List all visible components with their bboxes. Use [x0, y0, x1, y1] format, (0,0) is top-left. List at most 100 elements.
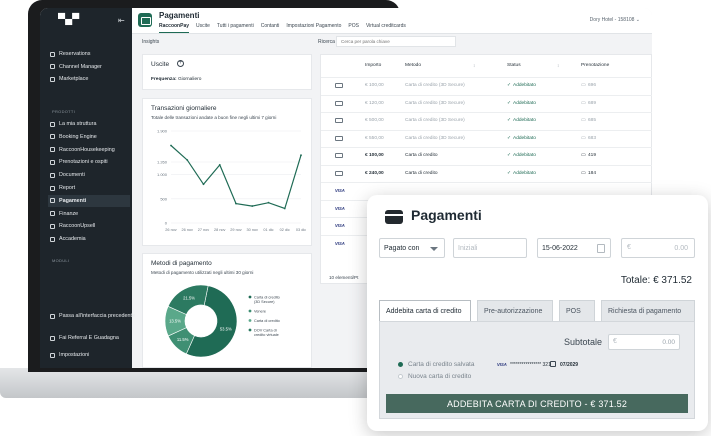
data-point — [235, 202, 237, 205]
sort-metodo-icon[interactable]: ↕ — [473, 63, 475, 68]
tab-pre-autorizzazione[interactable]: Pre-autorizzazione — [477, 300, 553, 321]
paid-with-select[interactable]: Pagato con — [379, 238, 445, 258]
payment-tabs: RaccoonPay Uscite Tutti i pagamenti Contant… — [159, 23, 406, 33]
tab-raccoonpay[interactable]: RaccoonPay — [159, 23, 190, 33]
table-row[interactable]: € 500,00 Carta di credito (3D Secure) ✓ Add… — [321, 112, 652, 129]
sidebar-item-accademia[interactable]: Accademia — [50, 233, 132, 245]
table-row[interactable]: € 100,00 Carta di credito ✓ Addebitato ▭ 419 — [321, 147, 652, 164]
hotel-selector[interactable]: Dory Hotel - 158108 ⌄ — [590, 17, 640, 23]
sidebar-item-label: Impostazioni — [59, 352, 90, 358]
sidebar-item-documenti[interactable]: Documenti — [50, 169, 132, 181]
credit-card-icon — [335, 83, 343, 88]
col-header-importo[interactable]: Importo — [365, 63, 381, 68]
sidebar-item-impostazioni[interactable]: Impostazioni — [50, 349, 132, 361]
saved-card-radio[interactable] — [398, 362, 403, 367]
sidebar-item-prenotazioni-e-ospiti[interactable]: Prenotazioni e ospiti — [50, 156, 132, 168]
sidebar-item-marketplace[interactable]: Marketplace — [50, 73, 132, 85]
tab-pos[interactable]: POS — [559, 300, 595, 321]
amount-field[interactable]: € 0.00 — [621, 238, 695, 258]
tab-tutti-i-pagamenti[interactable]: Tutti i pagamenti — [217, 23, 254, 33]
booking-icon: ▭ — [581, 100, 586, 106]
sidebar-item-raccoonhousekeeping[interactable]: RaccoonHousekeeping — [50, 144, 132, 156]
sidebar-item-channel-manager[interactable]: Channel Manager — [50, 61, 132, 73]
impostazioni-icon — [50, 352, 55, 358]
saved-card-number: **************** 321 — [510, 362, 551, 368]
slice-label: 11.5% — [177, 337, 189, 342]
initials-field[interactable]: Iniziali — [453, 238, 527, 258]
tab-pos[interactable]: POS — [348, 23, 359, 33]
pagamenti-icon — [50, 198, 55, 204]
payment-methods-card: Metodi di pagamento Metodi di pagamento … — [142, 253, 312, 368]
booking-cell: 685 — [588, 118, 597, 123]
sidebar-item-fai-referral-e-guadagna[interactable]: Fai Referral E Guadagna — [50, 332, 132, 344]
method-cell: Carta di credito — [405, 153, 438, 158]
table-row[interactable]: € 550,00 Carta di credito (3D Secure) ✓ Add… — [321, 129, 652, 147]
table-row[interactable]: € 240,00 Carta di credito ✓ Addebitato ▭ 184 — [321, 164, 652, 182]
sidebar-item-label: Channel Manager — [59, 63, 102, 70]
sidebar-item-raccoonupsell[interactable]: RaccoonUpsell — [50, 220, 132, 232]
method-cell: Carta di credito — [405, 170, 438, 176]
sidebar-item-pagamenti[interactable]: Pagamenti — [48, 194, 130, 207]
uscite-title: Uscite — [151, 61, 170, 68]
sidebar-item-passa-all-interfaccia-precedente[interactable]: Passa all'interfaccia precedente — [50, 310, 135, 322]
channel-manager-icon — [50, 64, 55, 69]
y-tick-label: 0 — [165, 221, 168, 226]
sidebar-item-finanze[interactable]: Finanze — [50, 208, 132, 220]
tab-impostazioni-pagamento[interactable]: Impostazioni Pagamento — [286, 23, 341, 33]
add-uscita-icon[interactable]: + — [177, 60, 184, 67]
table-row[interactable]: € 120,00 Carta di credito (3D Secure) ✓ Add… — [321, 94, 652, 112]
check-icon: ✓ — [507, 153, 512, 158]
calendar-icon[interactable] — [597, 244, 605, 253]
sidebar: ▀▄▀ ⇤ Reservations Channel Manager Marketp… — [40, 8, 135, 368]
amount-cell: € 120,00 — [365, 100, 384, 106]
sidebar-item-reservations[interactable]: Reservations — [50, 48, 132, 60]
charge-panel: Subtotale € 0.00 Carta di credito salvat… — [379, 321, 695, 419]
date-value: 15-06-2022 — [542, 245, 578, 252]
col-header-metodo[interactable]: Metodo — [405, 63, 421, 68]
uscite-card: Uscite + Frequenza: Giornaliero — [142, 54, 312, 90]
booking-cell: 184 — [588, 170, 597, 176]
tab-addebita-carta[interactable]: Addebita carta di credito — [379, 300, 471, 321]
methods-title: Metodi di pagamento — [151, 260, 212, 267]
raccoon-logo-icon: ▀▄▀ — [58, 14, 80, 25]
date-field[interactable]: 15-06-2022 — [537, 238, 611, 258]
col-header-prenotazione[interactable]: Prenotazione — [581, 63, 609, 68]
booking-cell: 419 — [588, 153, 597, 158]
new-card-radio[interactable] — [398, 374, 403, 379]
data-point — [251, 205, 254, 207]
legend-entry: Carta di credito (3D Secure) — [254, 295, 280, 304]
reservations-icon — [50, 51, 55, 57]
status-cell: Addebitato — [513, 135, 536, 141]
status-cell: Addebitato — [513, 83, 536, 88]
tab-richiesta-pagamento[interactable]: Richiesta di pagamento — [601, 300, 695, 321]
euro-icon: € — [613, 338, 617, 345]
documenti-icon — [50, 172, 55, 178]
tab-contanti[interactable]: Contanti — [261, 23, 280, 33]
sidebar-item-la-mia-struttura[interactable]: La mia struttura — [50, 118, 132, 130]
search-label: Ricerca — [318, 39, 335, 45]
col-header-status[interactable]: Status — [507, 63, 521, 68]
booking-icon: ▭ — [581, 83, 586, 88]
search-input[interactable] — [336, 36, 456, 47]
x-tick-label: 30 nov — [247, 228, 259, 232]
credit-card-icon — [335, 118, 343, 123]
status-cell: Addebitato — [513, 100, 536, 106]
booking-icon: ▭ — [581, 135, 586, 141]
booking-icon: ▭ — [581, 153, 586, 158]
sidebar-item-label: Passa all'interfaccia precedente — [59, 313, 135, 319]
transactions-card: Transazioni giornaliere Totale delle tra… — [142, 98, 312, 246]
table-pagination[interactable]: 10 elementi/Pt — [329, 275, 358, 280]
passa-all-interfaccia-precedente-icon — [50, 313, 55, 319]
collapse-sidebar-icon[interactable]: ⇤ — [118, 16, 125, 25]
subtotal-field[interactable]: € 0.00 — [608, 334, 680, 350]
uscite-frequency: Frequenza: Giornaliero — [151, 77, 201, 82]
sort-status-icon[interactable]: ↕ — [557, 63, 559, 68]
charge-card-button[interactable]: ADDEBITA CARTA DI CREDITO - € 371.52 — [386, 394, 688, 413]
raccoonhousekeeping-icon — [50, 147, 55, 153]
sidebar-item-report[interactable]: Report — [50, 182, 132, 194]
tab-uscite[interactable]: Uscite — [196, 23, 210, 33]
sidebar-item-booking-engine[interactable]: Booking Engine — [50, 131, 132, 143]
table-row[interactable]: € 100,00 Carta di credito (3D Secure) ✓ Add… — [321, 77, 652, 94]
tab-virtual-creditcards[interactable]: Virtual creditcards — [366, 23, 406, 33]
saved-card-label: Carta di credito salvata — [408, 361, 475, 368]
